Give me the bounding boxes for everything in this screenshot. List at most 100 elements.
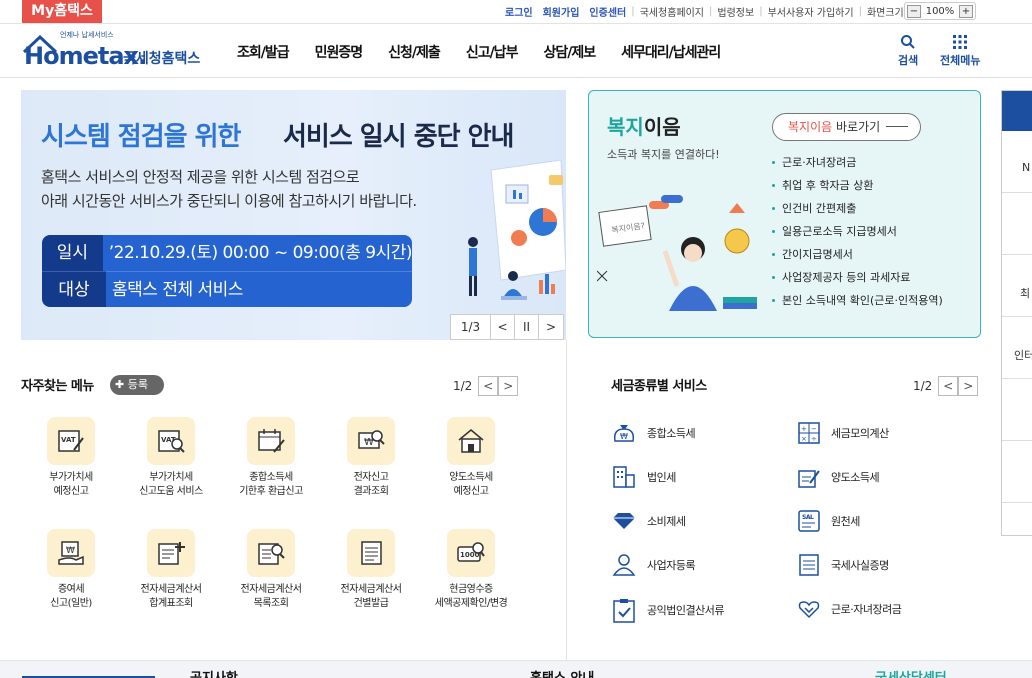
schedule-value: ’22.10.29.(토) 00:00 ~ 09:00(총 9시간)	[102, 235, 412, 271]
welfare-item[interactable]: 인건비 간편제출	[772, 197, 943, 220]
dashboard-illustration-icon	[468, 160, 566, 300]
receipt-1000-icon: 1000	[447, 529, 495, 577]
document-pencil-icon	[798, 470, 820, 488]
news-title[interactable]: 홈택스 안내	[530, 667, 594, 678]
favorite-menu-item[interactable]: 양도소득세 예정신고	[421, 417, 521, 499]
favorites-register-button[interactable]: ✚ 등록	[110, 375, 164, 395]
vat-search-icon: VAT	[147, 417, 195, 465]
quick-panel-header	[1002, 91, 1032, 131]
schedule-key: 대상	[42, 271, 106, 307]
nav-certificates[interactable]: 민원증명	[315, 42, 364, 62]
favorites-page-indicator: 1/2	[453, 379, 473, 393]
section-divider	[566, 340, 567, 660]
salary-icon: SAL	[798, 510, 820, 532]
register-label: 등록	[127, 378, 148, 391]
welfare-shortcut-button[interactable]: 복지이음 바로가기	[772, 113, 921, 141]
logo-tagline: 언제나 납세서비스	[60, 31, 114, 39]
signup-link[interactable]: 회원가입	[538, 4, 585, 19]
dept-user-signup-link[interactable]: 부서사용자 가입하기	[763, 4, 859, 19]
welfare-item[interactable]: 일용근로소득 지급명세서	[772, 220, 943, 243]
certificate-icon	[799, 554, 819, 576]
cert-center-link[interactable]: 인증센터	[584, 4, 631, 19]
consult-center-title[interactable]: 국세상담센터	[875, 667, 947, 678]
grid-menu-icon	[953, 35, 968, 49]
zoom-out-button[interactable]: −	[907, 4, 921, 18]
tax-type-item[interactable]: ₩ 종합소득세	[611, 421, 696, 445]
favorite-menu-item[interactable]: 전자세금계산서 목록조회	[221, 529, 321, 611]
favorites-prev-button[interactable]: <	[478, 376, 499, 396]
banner-pager: 1/3 < II >	[450, 314, 564, 340]
hometax-logo[interactable]: 언제나 납세서비스 Hometax. 국세청홈택스	[20, 30, 205, 74]
tax-type-item[interactable]: 국세사실증명	[797, 553, 889, 577]
nav-application[interactable]: 신청/제출	[388, 42, 441, 62]
tax-type-item[interactable]: SAL 원천세	[797, 509, 860, 533]
all-menu-button[interactable]: 전체메뉴	[940, 34, 980, 68]
nav-filing[interactable]: 신고/납부	[466, 42, 519, 62]
search-button[interactable]: 검색	[898, 34, 918, 68]
bottom-section: 공지사항 홈택스 안내 국세상담센터	[0, 660, 1032, 678]
svg-text:−: −	[811, 425, 817, 433]
banner-pause-button[interactable]: II	[515, 315, 539, 339]
favorite-menu-item[interactable]: VAT 부가가치세 예정신고	[21, 417, 121, 499]
hand-won-icon: ₩	[47, 529, 95, 577]
tax-types-page-indicator: 1/2	[913, 379, 933, 393]
maintenance-banner[interactable]: 시스템 점검을 위한 서비스 일시 중단 안내 홈택스 서비스의 안정적 제공을…	[21, 90, 566, 340]
tax-type-item[interactable]: 법인세	[611, 465, 676, 489]
notice-title[interactable]: 공지사항	[190, 667, 238, 678]
favorite-menu-item[interactable]: 전자세금계산서 건별발급	[321, 529, 421, 611]
login-link[interactable]: 로그인	[500, 4, 538, 19]
favorite-menu-item[interactable]: ₩ 증여세 신고(일반)	[21, 529, 121, 611]
banner-description: 홈택스 서비스의 안정적 제공을 위한 시스템 점검으로 아래 시간동안 서비스…	[41, 165, 417, 213]
welfare-item[interactable]: 취업 후 학자금 상환	[772, 174, 943, 197]
banner-title-highlight: 시스템 점검을 위한	[41, 122, 241, 152]
house-icon	[447, 417, 495, 465]
favorite-menu-item[interactable]: 전자세금계산서 합계표조회	[121, 529, 221, 611]
tax-type-item[interactable]: 사업자등록	[611, 553, 696, 577]
tax-type-item[interactable]: 소비제세	[611, 509, 686, 533]
favorite-menu-item[interactable]: 종합소득세 기한후 환급신고	[221, 417, 321, 499]
welfare-item[interactable]: 근로·자녀장려금	[772, 151, 943, 174]
favorite-menu-item[interactable]: 1000 현금영수증 세액공제확인/변경	[421, 529, 521, 611]
favorite-menu-item[interactable]: VAT 부가가치세 신고도움 서비스	[121, 417, 221, 499]
tax-types-pager: 1/2 < >	[913, 376, 979, 396]
quick-panel-cell[interactable]: N	[1002, 131, 1032, 193]
quick-panel-cell[interactable]: 인터	[1002, 317, 1032, 379]
my-hometax-button[interactable]: My홈택스	[22, 0, 102, 23]
moneybag-icon: ₩	[613, 425, 635, 442]
svg-text:VAT: VAT	[61, 436, 76, 444]
nav-tax-agent[interactable]: 세무대리/납세관리	[621, 42, 721, 62]
quick-panel-cell[interactable]: 최	[1002, 255, 1032, 317]
all-menu-label: 전체메뉴	[940, 54, 981, 67]
banner-next-button[interactable]: >	[539, 315, 563, 339]
tax-types-prev-button[interactable]: <	[938, 376, 959, 396]
tax-type-item[interactable]: 공익법인결산서류	[611, 597, 724, 623]
calendar-pencil-icon	[247, 417, 295, 465]
quick-panel-cell[interactable]	[1002, 193, 1032, 255]
building-icon	[613, 466, 635, 488]
favorites-title: 자주찾는 메뉴	[21, 379, 94, 394]
welfare-item[interactable]: 사업장제공자 등의 과세자료	[772, 266, 943, 289]
tax-type-item[interactable]: + − × ÷ 세금모의계산	[797, 421, 889, 445]
welfare-link-card[interactable]: 복지이음 소득과 복지를 연결하다! 복지이음 바로가기 근로·자녀장려금 취업…	[588, 90, 981, 338]
banner-prev-button[interactable]: <	[491, 315, 515, 339]
quick-panel-cell[interactable]	[1002, 379, 1032, 441]
tax-types-next-button[interactable]: >	[958, 376, 979, 396]
nts-homepage-link[interactable]: 국세청홈페이지	[635, 4, 709, 19]
tax-type-item[interactable]: 근로·자녀장려금	[797, 597, 902, 621]
favorites-pager: 1/2 < >	[453, 376, 519, 396]
welfare-item[interactable]: 본인 소득내역 확인(근로·인적용역)	[772, 289, 943, 312]
tax-type-item[interactable]: 양도소득세	[797, 465, 880, 489]
utility-links: 로그인 회원가입 인증센터 | 국세청홈페이지 | 법령정보 | 부서사용자 가…	[500, 0, 909, 23]
favorites-next-button[interactable]: >	[498, 376, 519, 396]
nav-inquiry[interactable]: 조회/발급	[237, 42, 290, 62]
law-info-link[interactable]: 법령정보	[712, 4, 759, 19]
favorite-menu-item[interactable]: ₩ 전자신고 결과조회	[321, 417, 421, 499]
welfare-item[interactable]: 간이지급명세서	[772, 243, 943, 266]
nav-consulting[interactable]: 상담/제보	[543, 42, 596, 62]
invoice-plus-icon	[147, 529, 195, 577]
plus-icon: ✚	[115, 378, 128, 391]
quick-panel-cell[interactable]	[1002, 441, 1032, 503]
invoice-search-icon	[247, 529, 295, 577]
schedule-row-target: 대상 홈택스 전체 서비스	[42, 271, 412, 307]
zoom-in-button[interactable]: +	[959, 4, 973, 18]
